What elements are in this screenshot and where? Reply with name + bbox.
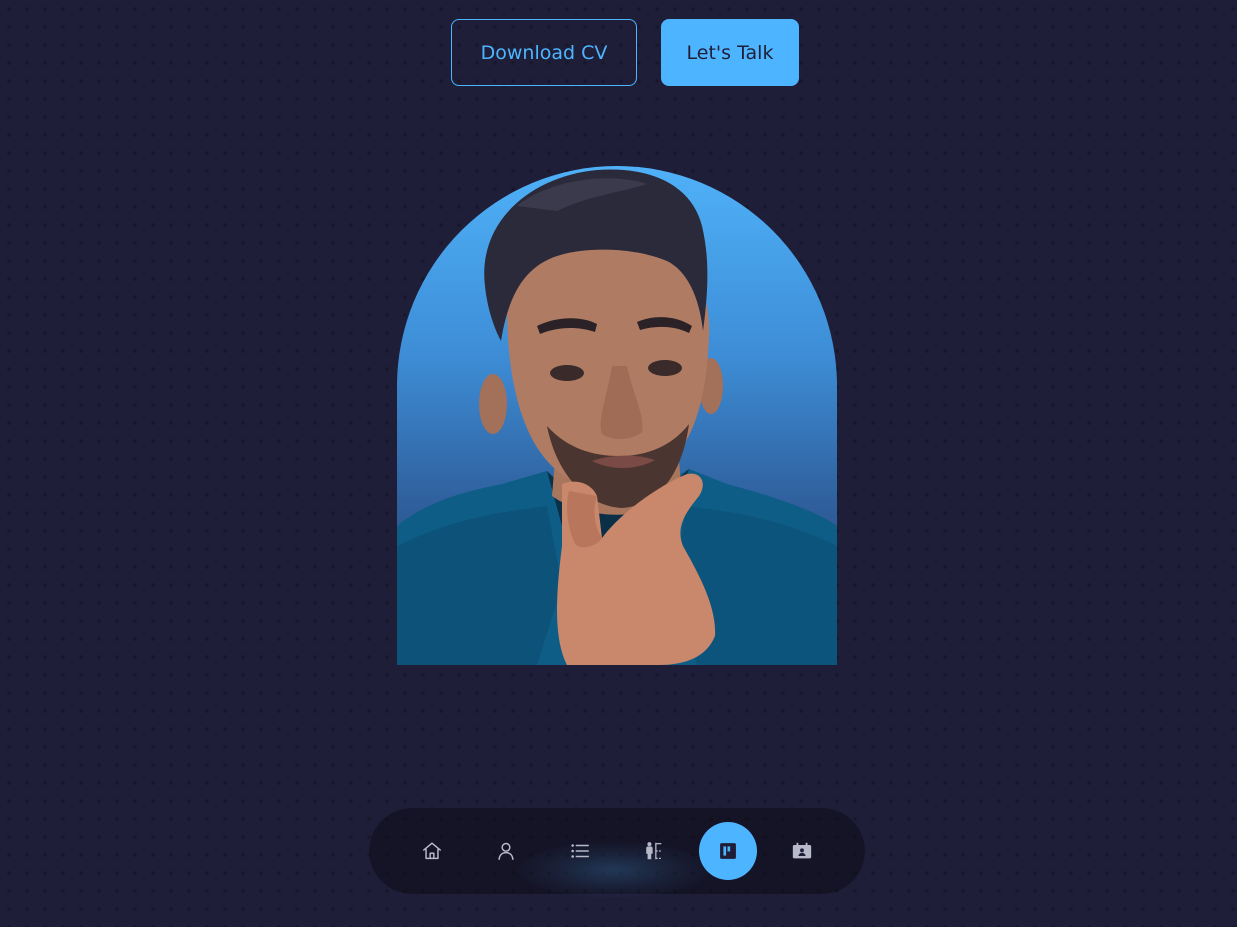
nav-item-experience[interactable] (625, 822, 683, 880)
list-icon (571, 844, 589, 858)
experience-icon (646, 842, 662, 860)
cta-buttons: Download CV Let's Talk (0, 19, 1237, 86)
bottom-nav (369, 808, 865, 898)
nav-item-contact[interactable] (773, 822, 831, 880)
portrait-illustration (397, 169, 837, 665)
nav-item-portfolio[interactable] (699, 822, 757, 880)
lets-talk-button[interactable]: Let's Talk (661, 19, 799, 86)
nav-item-home[interactable] (403, 822, 461, 880)
contact-icon (792, 842, 812, 859)
nav-item-about[interactable] (477, 822, 535, 880)
home-icon (423, 842, 441, 860)
profile-photo (397, 166, 837, 665)
download-cv-button[interactable]: Download CV (451, 19, 637, 86)
user-icon (498, 842, 514, 860)
nav-item-services[interactable] (551, 822, 609, 880)
portfolio-icon (720, 843, 736, 859)
